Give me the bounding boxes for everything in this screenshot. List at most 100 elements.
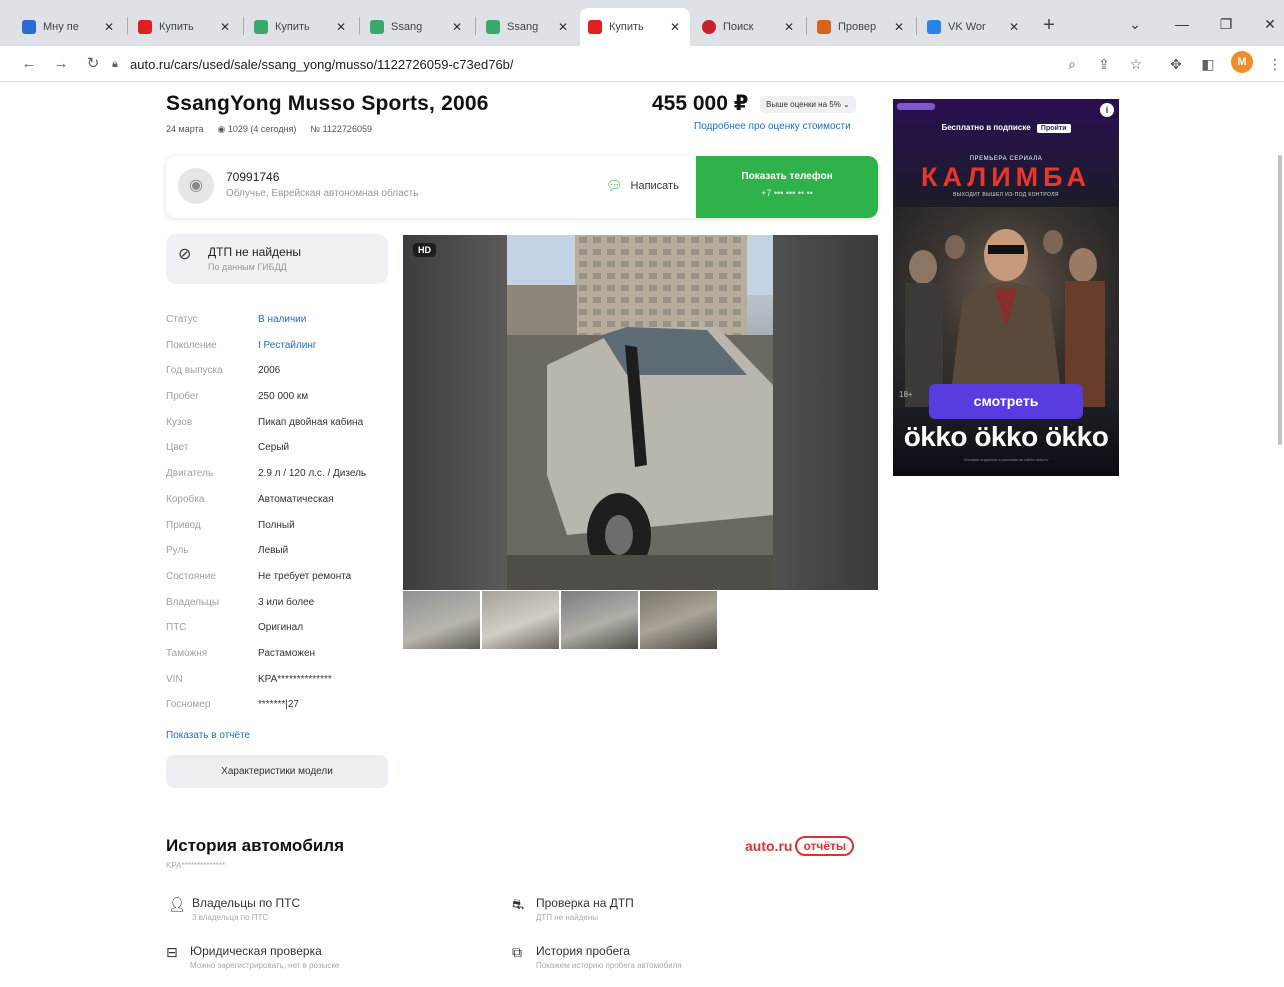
ad-poster-image (893, 207, 1119, 407)
browser-tab[interactable]: Ssang ✕ (478, 8, 578, 46)
browser-tab[interactable]: Провер ✕ (809, 8, 914, 46)
spec-key: Состояние (166, 570, 216, 582)
main-photo[interactable] (507, 235, 773, 590)
history-item-title: Юридическая проверка (190, 944, 322, 958)
tab-label: Купить (609, 21, 644, 33)
write-message-button[interactable]: 💬︎ Написать (606, 178, 679, 194)
history-title: История автомобиля (166, 836, 344, 855)
tab-label: VK Wor (948, 21, 986, 33)
tab-favicon-icon (927, 20, 941, 34)
price-estimate-badge[interactable]: Выше оценки на 5% ⌄ (760, 96, 856, 113)
tab-close-icon[interactable]: ✕ (892, 20, 906, 34)
close-window-button[interactable]: ✕ (1256, 10, 1284, 38)
share-icon[interactable]: ⇪ (1091, 51, 1117, 77)
photo-thumbnail[interactable] (482, 591, 559, 649)
extensions-icon[interactable]: ✥ (1163, 51, 1189, 77)
odometer-icon: ⧉ (512, 944, 522, 960)
profile-avatar[interactable]: M (1231, 51, 1253, 73)
advertisement-banner[interactable]: i Бесплатно в подписке Пройти ПРЕМЬЕРА С… (893, 99, 1119, 476)
bookmark-star-icon[interactable]: ☆ (1123, 51, 1149, 77)
menu-dots-icon[interactable]: ⋮ (1262, 51, 1284, 77)
show-phone-button[interactable]: Показать телефон +7 ••• ••• •• •• (696, 156, 878, 218)
photo-thumbnail[interactable] (403, 591, 480, 649)
tab-close-icon[interactable]: ✕ (782, 20, 796, 34)
tab-close-icon[interactable]: ✕ (334, 20, 348, 34)
spec-key: Кузов (166, 416, 193, 428)
autoru-reports-logo[interactable]: auto.ru отчёты (745, 836, 855, 856)
reload-icon[interactable]: ↻ (80, 51, 106, 77)
spec-key: Руль (166, 545, 189, 557)
browser-tab[interactable]: Ssang ✕ (362, 8, 472, 46)
browser-tab-active[interactable]: Купить ✕ (580, 8, 690, 46)
spec-row: Кузов Пикап двойная кабина (166, 417, 388, 443)
browser-tab[interactable]: VK Wor ✕ (919, 8, 1029, 46)
forward-icon[interactable]: → (48, 51, 74, 77)
accidents-check-card[interactable]: ⊘ ДТП не найдены По данным ГИБДД (166, 234, 388, 284)
address-bar[interactable]: 🔒︎ auto.ru/cars/used/sale/ssang_yong/mus… (112, 51, 1164, 77)
tab-close-icon[interactable]: ✕ (450, 20, 464, 34)
history-item-legal[interactable]: ⊟ Юридическая проверка Можно зарегистрир… (166, 944, 339, 970)
ad-info-icon[interactable]: i (1100, 103, 1114, 117)
photo-gallery[interactable]: HD (403, 235, 878, 590)
zoom-icon[interactable]: ⌕ (1059, 51, 1085, 77)
price-estimate-link[interactable]: Подробнее про оценку стоимости (694, 121, 851, 132)
browser-tab[interactable]: Купить ✕ (246, 8, 356, 46)
tab-label: Ssang (391, 21, 423, 33)
tab-close-icon[interactable]: ✕ (218, 20, 232, 34)
back-icon[interactable]: ← (16, 51, 42, 77)
page-scrollbar[interactable] (1278, 155, 1282, 445)
browser-tab[interactable]: Поиск ✕ (694, 8, 804, 46)
browser-tab[interactable]: Купить ✕ (130, 8, 240, 46)
spec-value: Пикап двойная кабина (258, 416, 364, 428)
spec-value: Автоматическая (258, 493, 334, 505)
hd-badge: HD (413, 243, 436, 257)
ad-watch-button[interactable]: смотреть (929, 384, 1083, 419)
person-icon: 👤︎ (168, 896, 186, 912)
listing-meta: 24 марта ◉ 1029 (4 сегодня) № 1122726059 (166, 124, 372, 135)
side-panel-icon[interactable]: ◧ (1195, 51, 1221, 77)
minimize-button[interactable]: — (1168, 10, 1196, 38)
spec-value[interactable]: I Рестайлинг (258, 340, 317, 366)
spec-key: Двигатель (166, 468, 214, 480)
spec-key: Привод (166, 519, 201, 531)
history-item-mileage[interactable]: ⧉ История пробега Покажем историю пробег… (512, 944, 682, 970)
tab-close-icon[interactable]: ✕ (1007, 20, 1021, 34)
history-item-subtitle: Покажем историю пробега автомобиля (536, 961, 682, 970)
photo-thumbnail[interactable] (561, 591, 638, 649)
photo-thumbnail[interactable] (640, 591, 717, 649)
spec-value: Полный (258, 519, 295, 531)
tab-separator (806, 17, 807, 35)
browser-tab-strip: Мну пе ✕ Купить ✕ Купить ✕ Ssang ✕ Ssang… (0, 0, 1284, 46)
browser-toolbar: ← → ↻ 🔒︎ auto.ru/cars/used/sale/ssang_yo… (0, 46, 1284, 82)
spec-row: VIN KPA************** (166, 674, 388, 700)
spec-key: Владельцы (166, 596, 220, 608)
price: 455 000 ₽ (652, 92, 749, 115)
ad-label-tag (897, 103, 935, 110)
new-tab-button[interactable]: + (1038, 12, 1060, 38)
accidents-subtitle: По данным ГИБДД (208, 262, 287, 272)
spec-value: *******|27 (258, 699, 299, 711)
restore-button[interactable]: ❐ (1212, 10, 1240, 38)
history-item-accidents[interactable]: ⛐ Проверка на ДТП ДТП не найдены (512, 896, 634, 922)
tab-favicon-icon (817, 20, 831, 34)
history-item-title: Проверка на ДТП (536, 896, 634, 910)
show-in-report-link[interactable]: Показать в отчёте (166, 730, 250, 741)
ad-fine-print: Условия подписки и реклама на сайте okko… (963, 457, 1049, 462)
seller-name[interactable]: 70991746 (226, 170, 279, 184)
listing-views: ◉ 1029 (4 сегодня) (217, 124, 297, 134)
tab-separator (127, 17, 128, 35)
tab-close-icon[interactable]: ✕ (668, 20, 682, 34)
car-photo-illustration (507, 235, 773, 590)
browser-tab[interactable]: Мну пе ✕ (14, 8, 124, 46)
history-item-owners[interactable]: 👤︎ Владельцы по ПТС 3 владельца по ПТС (168, 896, 300, 922)
briefcase-icon: ⊟ (166, 944, 178, 960)
spec-value[interactable]: В наличии (258, 314, 306, 340)
tab-close-icon[interactable]: ✕ (102, 20, 116, 34)
tab-favicon-icon (22, 20, 36, 34)
tab-label: Мну пе (43, 21, 79, 33)
tab-search-chevron-icon[interactable]: ⌄ (1121, 10, 1149, 38)
model-specs-button[interactable]: Характеристики модели (166, 755, 388, 788)
tab-close-icon[interactable]: ✕ (556, 20, 570, 34)
ad-subscription-button[interactable]: Пройти (1036, 124, 1071, 133)
spec-row: Цвет Серый (166, 442, 388, 468)
